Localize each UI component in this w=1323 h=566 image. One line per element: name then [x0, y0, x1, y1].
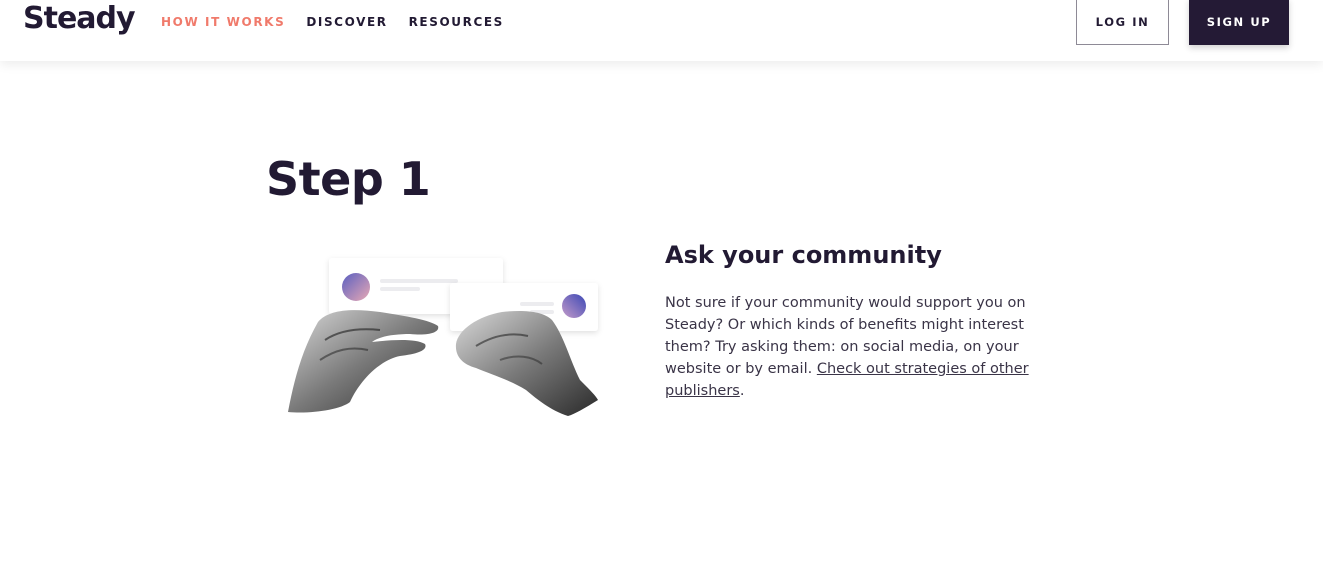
section-body: Not sure if your community would support… — [665, 292, 1035, 402]
main-nav: HOW IT WORKS DISCOVER RESOURCES — [161, 14, 504, 30]
signup-button[interactable]: SIGN UP — [1189, 0, 1289, 45]
nav-resources[interactable]: RESOURCES — [409, 14, 504, 30]
step-title: Step 1 — [266, 152, 431, 206]
hands-cards-svg — [288, 258, 598, 416]
nav-discover[interactable]: DISCOVER — [306, 14, 387, 30]
nav-how-it-works[interactable]: HOW IT WORKS — [161, 14, 285, 30]
steady-logo[interactable]: Steady — [23, 0, 136, 38]
right-card-avatar-icon — [562, 294, 586, 318]
left-hand — [288, 310, 439, 413]
left-card-avatar-icon — [342, 273, 370, 301]
site-header: Steady HOW IT WORKS DISCOVER RESOURCES L… — [0, 0, 1323, 61]
login-button[interactable]: LOG IN — [1076, 0, 1169, 45]
hands-holding-cards-illustration — [280, 250, 610, 430]
body-trailing: . — [739, 383, 745, 399]
section-title: Ask your community — [665, 241, 942, 269]
